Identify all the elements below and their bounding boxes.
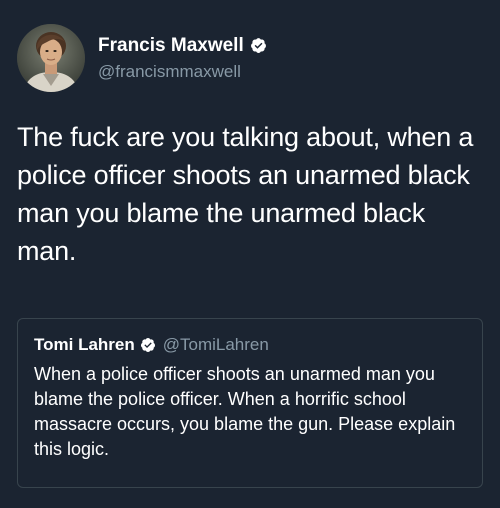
author-name[interactable]: Francis Maxwell (98, 34, 244, 58)
quoted-author-name: Tomi Lahren (34, 335, 135, 354)
avatar-image (17, 24, 85, 92)
verified-badge-icon (140, 337, 156, 353)
author-handle[interactable]: @francismmaxwell (98, 61, 267, 83)
author-name-row: Francis Maxwell (98, 34, 267, 58)
quoted-author-handle: @TomiLahren (162, 335, 269, 354)
tweet-text: The fuck are you talking about, when a p… (17, 122, 474, 266)
quoted-tweet[interactable]: Tomi Lahren @TomiLahren When a police of… (17, 318, 483, 488)
verified-badge-icon (250, 37, 267, 54)
author-info: Francis Maxwell @francismmaxwell (98, 34, 267, 83)
avatar[interactable] (17, 24, 85, 92)
tweet-card: Francis Maxwell @francismmaxwell The fuc… (0, 0, 500, 508)
tweet-header: Francis Maxwell @francismmaxwell (17, 23, 267, 93)
quoted-tweet-header: Tomi Lahren @TomiLahren (34, 334, 466, 356)
quoted-tweet-text: When a police officer shoots an unarmed … (34, 364, 456, 459)
